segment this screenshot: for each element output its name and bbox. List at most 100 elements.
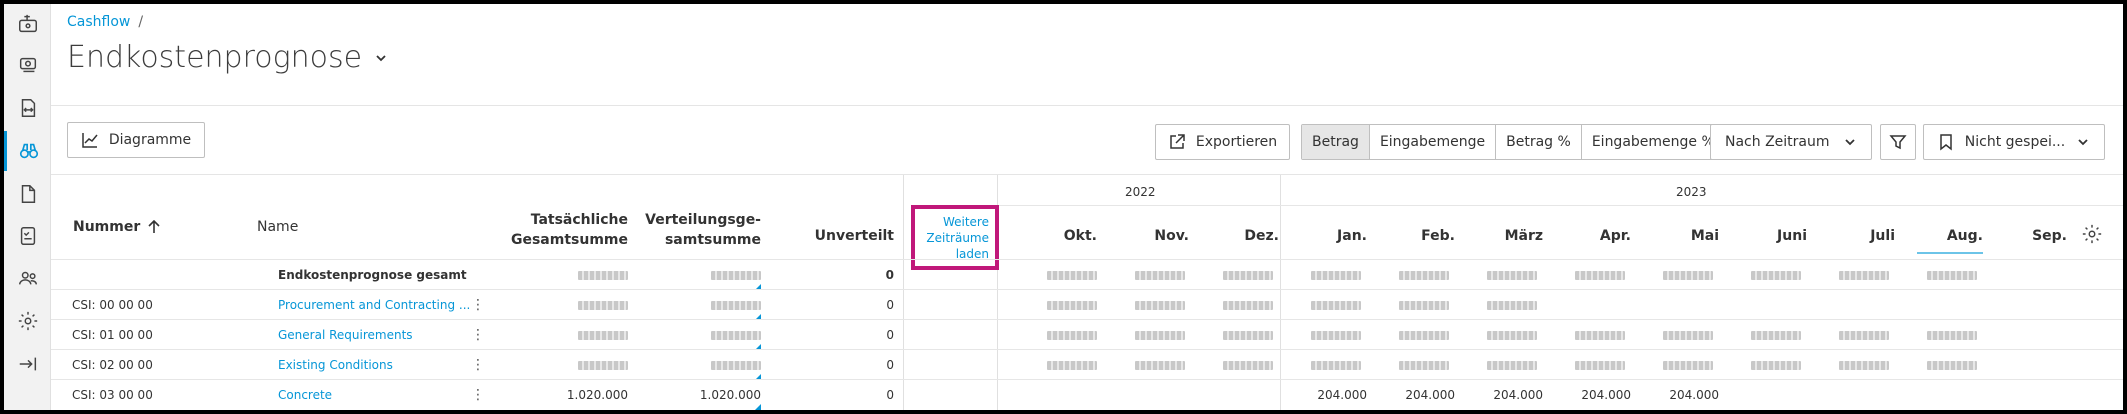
- masked-value: [1751, 360, 1801, 370]
- row-name-link[interactable]: General Requirements: [278, 320, 413, 350]
- users-icon[interactable]: [4, 258, 51, 298]
- masked-value: [1663, 270, 1713, 280]
- column-settings-gear-icon[interactable]: [2081, 223, 2103, 245]
- column-header-name[interactable]: Name: [257, 219, 298, 235]
- month-header-jan: Jan.: [1337, 228, 1367, 244]
- row-name-link[interactable]: Concrete: [278, 380, 332, 410]
- filter-icon: [1889, 135, 1907, 150]
- column-header-actual-line1: Tatsächliche: [530, 212, 628, 228]
- masked-value: [711, 360, 761, 370]
- column-header-number[interactable]: Nummer: [73, 219, 160, 235]
- mode-betrag[interactable]: Betrag: [1302, 125, 1370, 159]
- column-header-number-label: Nummer: [73, 219, 141, 235]
- month-header-okt: Okt.: [1063, 228, 1097, 244]
- table-row[interactable]: CSI: 03 00 00 Concrete ⋮ 1.020.000 1.020…: [51, 379, 2123, 410]
- row-dist-value[interactable]: 1.020.000: [661, 380, 761, 410]
- row-more-menu-icon[interactable]: ⋮: [471, 290, 485, 320]
- nav-rail: [4, 4, 51, 410]
- mode-eingabemenge[interactable]: Eingabemenge: [1370, 125, 1497, 159]
- column-header-distribution-total[interactable]: Verteilungsge- samtsumme: [641, 210, 761, 250]
- edited-marker-icon: [755, 404, 761, 410]
- month-header-maerz: März: [1504, 228, 1543, 244]
- row-month-mai[interactable]: 204.000: [1653, 380, 1719, 410]
- year-header-2023: 2023: [1676, 185, 1707, 199]
- gear-icon[interactable]: [4, 301, 51, 341]
- compare-icon[interactable]: [4, 88, 51, 128]
- binoculars-icon[interactable]: [4, 131, 51, 171]
- table-row[interactable]: CSI: 01 00 00 General Requirements ⋮ 0: [51, 319, 2123, 350]
- masked-value: [1839, 360, 1889, 370]
- mode-betrag-percent[interactable]: Betrag %: [1496, 125, 1582, 159]
- collapse-icon[interactable]: [4, 344, 51, 384]
- month-header-nov: Nov.: [1154, 228, 1189, 244]
- row-dist-value-text: 1.020.000: [699, 388, 761, 402]
- masked-value: [578, 330, 628, 340]
- masked-value: [1047, 360, 1097, 370]
- document-icon[interactable]: [4, 174, 51, 214]
- table-row-total[interactable]: Endkostenprognose gesamt 0: [51, 259, 2123, 290]
- row-number: CSI: 00 00 00: [72, 298, 153, 312]
- charts-button[interactable]: Diagramme: [67, 122, 205, 158]
- chevron-down-icon: [1845, 139, 1855, 146]
- chevron-down-icon: [376, 54, 386, 61]
- row-unallocated: 0: [886, 328, 894, 342]
- row-month-jan[interactable]: 204.000: [1301, 380, 1367, 410]
- money-icon[interactable]: [4, 45, 51, 85]
- row-unallocated: 0: [886, 298, 894, 312]
- row-dist-value[interactable]: [661, 320, 761, 350]
- row-dist-value[interactable]: [661, 350, 761, 380]
- year-header-2022: 2022: [1125, 185, 1156, 199]
- column-header-dist-line2: samtsumme: [664, 232, 761, 248]
- month-header-apr: Apr.: [1599, 228, 1631, 244]
- app-window: Cashflow / Endkostenprognose Diagramme Ex…: [4, 4, 2123, 410]
- masked-value: [578, 360, 628, 370]
- masked-value: [1311, 360, 1361, 370]
- masked-value: [578, 300, 628, 310]
- masked-value: [1399, 330, 1449, 340]
- period-select[interactable]: Nach Zeitraum: [1710, 124, 1872, 160]
- table-row[interactable]: CSI: 00 00 00 Procurement and Contractin…: [51, 289, 2123, 320]
- row-number: CSI: 01 00 00: [72, 328, 153, 342]
- row-dist-value[interactable]: [661, 290, 761, 320]
- row-unallocated: 0: [886, 358, 894, 372]
- load-more-line2: Zeiträume: [926, 230, 989, 245]
- masked-value: [1399, 360, 1449, 370]
- masked-value: [1663, 330, 1713, 340]
- mode-eingabemenge-percent[interactable]: Eingabemenge %: [1582, 125, 1725, 159]
- row-name-link[interactable]: Procurement and Contracting ...: [278, 290, 478, 320]
- breadcrumb-cashflow-link[interactable]: Cashflow: [67, 14, 130, 30]
- import-icon[interactable]: [4, 4, 51, 44]
- masked-value: [1663, 360, 1713, 370]
- export-button-label: Exportieren: [1195, 134, 1278, 150]
- row-dist-value[interactable]: [661, 260, 761, 290]
- row-month-feb[interactable]: 204.000: [1389, 380, 1455, 410]
- row-months-masked: [1037, 260, 2077, 290]
- header-divider: [51, 105, 2123, 106]
- row-actual-value: [531, 320, 628, 350]
- filter-button[interactable]: [1880, 124, 1916, 160]
- row-actual-value: [531, 350, 628, 380]
- row-month-maerz[interactable]: 204.000: [1477, 380, 1543, 410]
- row-name: Endkostenprognose gesamt: [278, 268, 467, 282]
- page-title-dropdown[interactable]: Endkostenprognose: [67, 40, 388, 75]
- month-header-aug: Aug.: [1917, 228, 1983, 254]
- masked-value: [1487, 270, 1537, 280]
- row-more-menu-icon[interactable]: ⋮: [471, 350, 485, 380]
- masked-value: [1311, 270, 1361, 280]
- month-header-sep: Sep.: [2032, 228, 2067, 244]
- checklist-icon[interactable]: [4, 216, 51, 256]
- row-month-apr[interactable]: 204.000: [1565, 380, 1631, 410]
- column-header-actual-total[interactable]: Tatsächliche Gesamtsumme: [491, 210, 628, 250]
- row-more-menu-icon[interactable]: ⋮: [471, 380, 485, 410]
- masked-value: [1223, 300, 1273, 310]
- view-select[interactable]: Nicht gespei...: [1923, 124, 2105, 160]
- table-row[interactable]: CSI: 02 00 00 Existing Conditions ⋮ 0: [51, 349, 2123, 380]
- row-more-menu-icon[interactable]: ⋮: [471, 320, 485, 350]
- masked-value: [1399, 270, 1449, 280]
- month-header-dez: Dez.: [1244, 228, 1279, 244]
- masked-value: [1135, 300, 1185, 310]
- row-unallocated: 0: [885, 268, 894, 282]
- row-name-link[interactable]: Existing Conditions: [278, 350, 393, 380]
- export-button[interactable]: Exportieren: [1155, 124, 1290, 160]
- column-header-unallocated[interactable]: Unverteilt: [771, 228, 894, 244]
